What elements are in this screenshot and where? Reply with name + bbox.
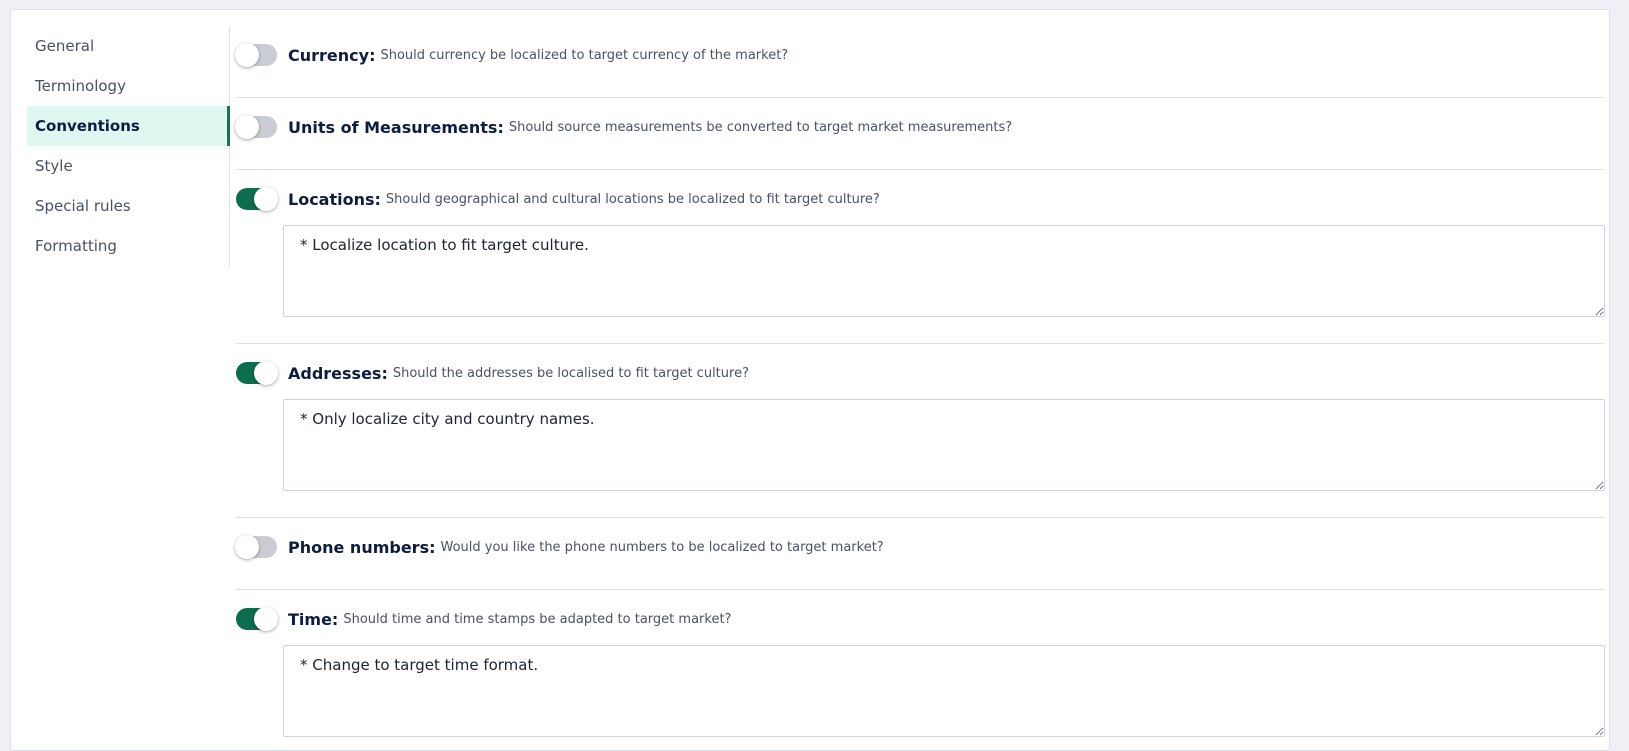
settings-card: General Terminology Conventions Style Sp… [10,9,1610,751]
currency-label: Currency: [288,45,376,65]
conventions-panel: Currency: Should currency be localized t… [235,26,1605,741]
setting-addresses: Addresses: Should the addresses be local… [236,344,1605,518]
sidebar-item-special-rules[interactable]: Special rules [27,186,229,226]
addresses-label: Addresses: [288,363,388,383]
units-description: Should source measurements be converted … [508,119,1013,135]
setting-time: Time: Should time and time stamps be ada… [236,590,1605,741]
locations-toggle[interactable] [236,187,278,211]
time-label: Time: [288,609,339,629]
toggle-knob [254,607,278,631]
phone-label: Phone numbers: [288,537,436,557]
settings-sidebar: General Terminology Conventions Style Sp… [27,26,230,266]
setting-locations: Locations: Should geographical and cultu… [236,170,1605,344]
toggle-knob [235,43,259,67]
addresses-rules-textarea[interactable]: * Only localize city and country names. [283,399,1605,491]
setting-phone-numbers: Phone numbers: Would you like the phone … [235,518,1604,590]
units-toggle[interactable] [235,115,277,139]
setting-currency: Currency: Should currency be localized t… [235,26,1604,98]
sidebar-item-formatting[interactable]: Formatting [27,226,229,266]
toggle-knob [254,361,278,385]
time-rules-textarea[interactable]: * Change to target time format. [283,645,1605,737]
locations-rules-textarea[interactable]: * Localize location to fit target cultur… [283,225,1605,317]
toggle-knob [235,115,259,139]
sidebar-item-general[interactable]: General [27,26,229,66]
currency-toggle[interactable] [235,43,277,67]
locations-description: Should geographical and cultural locatio… [385,191,880,207]
time-toggle[interactable] [236,607,278,631]
toggle-knob [235,535,259,559]
addresses-toggle[interactable] [236,361,278,385]
locations-label: Locations: [288,189,381,209]
phone-toggle[interactable] [235,535,277,559]
setting-units: Units of Measurements: Should source mea… [235,98,1604,170]
addresses-description: Should the addresses be localised to fit… [392,365,749,381]
phone-description: Would you like the phone numbers to be l… [440,539,884,555]
sidebar-item-style[interactable]: Style [27,146,229,186]
time-description: Should time and time stamps be adapted t… [343,611,732,627]
toggle-knob [254,187,278,211]
currency-description: Should currency be localized to target c… [380,47,789,63]
sidebar-item-terminology[interactable]: Terminology [27,66,229,106]
units-label: Units of Measurements: [288,117,504,137]
sidebar-item-conventions[interactable]: Conventions [27,106,230,146]
